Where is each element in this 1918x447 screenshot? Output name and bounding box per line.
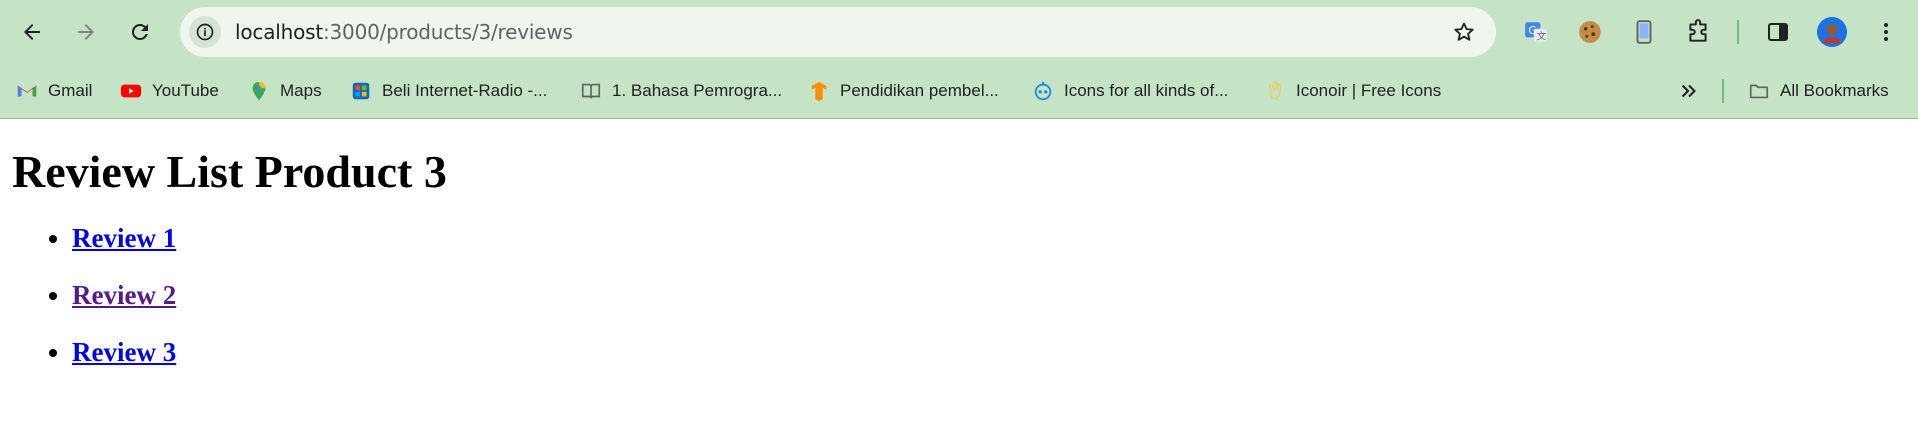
review-list: Review 1 Review 2 Review 3 [12, 225, 1906, 366]
menu-kebab-icon[interactable] [1870, 16, 1902, 48]
bookmark-youtube[interactable]: YouTube [120, 64, 219, 118]
reload-button[interactable] [120, 12, 160, 52]
tensorflow-icon [808, 80, 830, 102]
book-icon [580, 80, 602, 102]
youtube-icon [120, 80, 142, 102]
bookmark-label: 1. Bahasa Pemrogra... [612, 81, 783, 100]
browser-chrome: localhost:3000/products/3/reviews G文 Gma… [0, 0, 1918, 119]
list-item: Review 2 [72, 282, 1906, 309]
address-bar[interactable]: localhost:3000/products/3/reviews [180, 7, 1496, 57]
chevron-double-right-icon [1681, 84, 1696, 98]
bookmark-pendidikan[interactable]: Pendidikan pembel... [808, 64, 999, 118]
bookmark-label: Icons for all kinds of... [1064, 81, 1229, 100]
url-host: localhost [235, 20, 323, 44]
list-item: Review 3 [72, 339, 1906, 366]
gmail-icon [16, 80, 38, 102]
bookmark-star-icon[interactable] [1452, 20, 1476, 44]
all-bookmarks-button[interactable]: All Bookmarks [1748, 64, 1889, 118]
bookmark-label: Maps [280, 81, 322, 100]
bookmark-label: Pendidikan pembel... [840, 81, 999, 100]
page-title: Review List Product 3 [12, 146, 447, 197]
arrow-right-icon [78, 24, 94, 40]
forward-button[interactable] [66, 12, 106, 52]
bookmark-maps[interactable]: Maps [248, 64, 322, 118]
browser-toolbar: localhost:3000/products/3/reviews G文 [0, 0, 1918, 64]
url-path: :3000/products/3/reviews [322, 20, 573, 44]
arrow-left-icon [24, 24, 40, 40]
reload-icon [131, 23, 148, 40]
bookmarks-divider [1722, 79, 1724, 103]
bookmark-label: Gmail [48, 81, 93, 100]
toolbar-divider [1737, 20, 1739, 44]
bookmark-icons-for-all[interactable]: Icons for all kinds of... [1032, 64, 1228, 118]
back-button[interactable] [12, 12, 52, 52]
side-panel-icon[interactable] [1762, 16, 1794, 48]
page-content: Review List Product 3 Review 1 Review 2 … [0, 149, 1918, 366]
review-link-2[interactable]: Review 2 [72, 280, 176, 310]
bookmark-iconoir[interactable]: Iconoir | Free Icons [1264, 64, 1441, 118]
maps-icon [248, 80, 270, 102]
bookmark-internet-radio[interactable]: Beli Internet-Radio -... [350, 64, 547, 118]
review-link-1[interactable]: Review 1 [72, 223, 176, 253]
google-translate-icon[interactable]: G文 [1520, 16, 1552, 48]
svg-text:文: 文 [1537, 30, 1547, 43]
profile-avatar[interactable] [1816, 16, 1848, 48]
more-bookmarks-button[interactable] [1678, 64, 1700, 118]
hand-icon [1264, 80, 1286, 102]
bookmark-label: Beli Internet-Radio -... [382, 81, 548, 100]
cookie-extension-icon[interactable] [1574, 16, 1606, 48]
phone-extension-icon[interactable] [1628, 16, 1660, 48]
store-icon [350, 80, 372, 102]
list-item: Review 1 [72, 225, 1906, 252]
bookmark-gmail[interactable]: Gmail [16, 64, 92, 118]
site-info-icon[interactable] [189, 16, 221, 48]
bookmark-label: YouTube [152, 81, 219, 100]
url-text: localhost:3000/products/3/reviews [235, 20, 573, 44]
all-bookmarks-label: All Bookmarks [1780, 81, 1889, 100]
review-link-3[interactable]: Review 3 [72, 337, 176, 367]
bookmarks-bar: Gmail YouTube Maps Beli Internet-Radio -… [0, 64, 1918, 119]
folder-icon [1748, 80, 1770, 102]
robot-icon [1032, 80, 1054, 102]
extensions-puzzle-icon[interactable] [1682, 16, 1714, 48]
bookmark-bahasa-pemrograman[interactable]: 1. Bahasa Pemrogra... [580, 64, 782, 118]
bookmark-label: Iconoir | Free Icons [1296, 81, 1442, 100]
